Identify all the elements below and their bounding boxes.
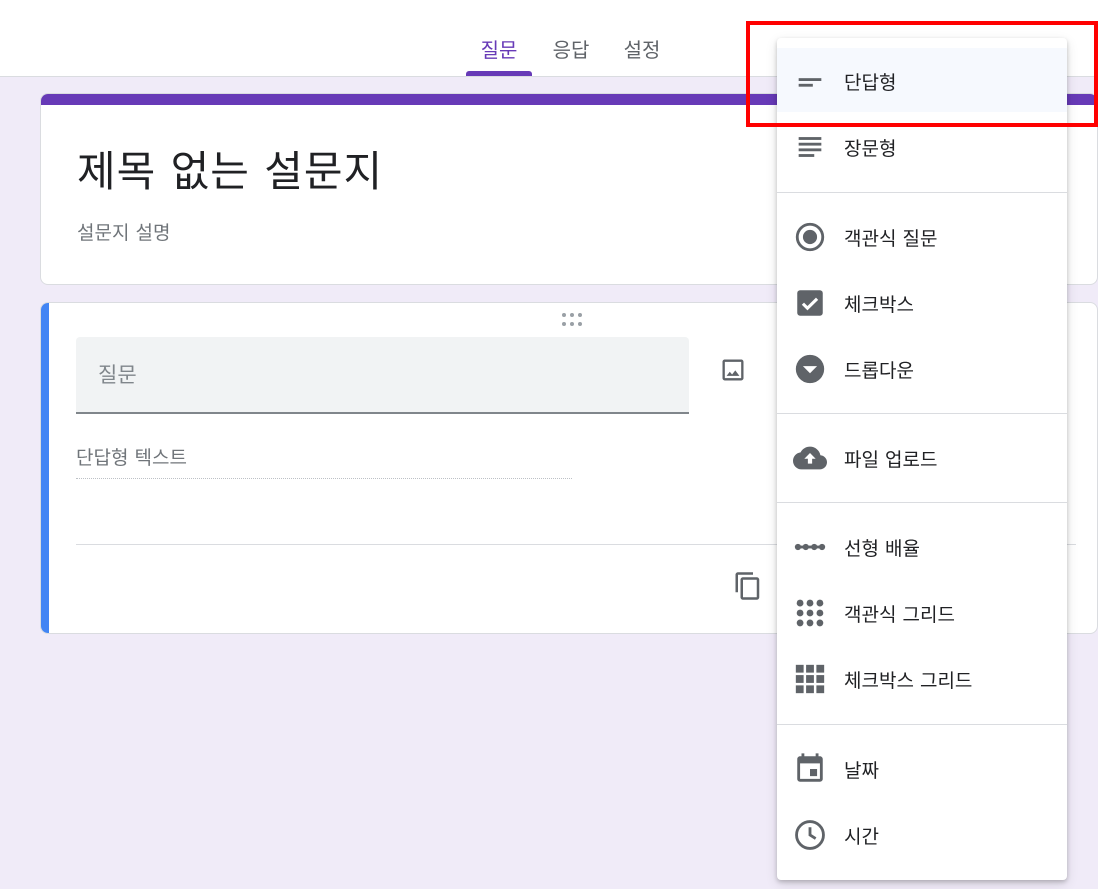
tab-questions[interactable]: 질문 xyxy=(466,34,532,76)
menu-item-linear-scale[interactable]: 선형 배율 xyxy=(777,514,1067,578)
checkbox-grid-icon xyxy=(795,664,825,694)
short-text-icon xyxy=(798,78,822,87)
linear-scale-icon xyxy=(794,543,826,551)
menu-item-multiple-choice[interactable]: 객관식 질문 xyxy=(777,204,1067,268)
menu-item-label: 객관식 질문 xyxy=(844,228,938,250)
menu-item-file-upload[interactable]: 파일 업로드 xyxy=(777,425,1067,489)
short-answer-underline xyxy=(76,478,572,479)
menu-item-checkbox-grid[interactable]: 체크박스 그리드 xyxy=(777,646,1067,710)
question-title-placeholder: 질문 xyxy=(98,363,137,387)
duplicate-icon[interactable] xyxy=(733,571,763,601)
menu-item-paragraph[interactable]: 장문형 xyxy=(777,114,1067,178)
menu-item-label: 체크박스 xyxy=(844,294,914,316)
menu-divider xyxy=(777,724,1067,725)
add-image-icon[interactable] xyxy=(719,356,747,384)
menu-item-label: 단답형 xyxy=(844,72,897,94)
checkbox-icon xyxy=(797,290,823,316)
active-card-indicator xyxy=(41,303,49,633)
active-tab-indicator xyxy=(466,71,532,76)
menu-divider xyxy=(777,413,1067,414)
tab-settings[interactable]: 설정 xyxy=(611,34,673,76)
menu-item-label: 객관식 그리드 xyxy=(844,604,955,626)
dot-grid-icon xyxy=(796,599,824,627)
dropdown-icon xyxy=(795,354,825,384)
drag-handle-icon[interactable] xyxy=(560,313,584,327)
menu-item-short-answer[interactable]: 단답형 xyxy=(777,48,1067,112)
menu-item-dropdown[interactable]: 드롭다운 xyxy=(777,336,1067,400)
menu-item-time[interactable]: 시간 xyxy=(777,802,1067,866)
clock-icon xyxy=(795,820,825,850)
menu-divider xyxy=(777,502,1067,503)
question-type-menu: 단답형 장문형 객관식 질문 체크박스 드롭다운 파일 업로드 선형 배율 객관… xyxy=(777,38,1067,880)
menu-item-label: 드롭다운 xyxy=(844,360,914,382)
menu-item-label: 날짜 xyxy=(844,760,879,782)
radio-button-icon xyxy=(795,222,825,252)
menu-item-checkboxes[interactable]: 체크박스 xyxy=(777,270,1067,334)
menu-item-label: 장문형 xyxy=(844,138,897,160)
paragraph-icon xyxy=(798,137,822,157)
short-answer-hint: 단답형 텍스트 xyxy=(76,447,187,469)
menu-item-label: 파일 업로드 xyxy=(844,449,938,471)
calendar-icon xyxy=(797,753,823,782)
cloud-upload-icon xyxy=(793,446,827,470)
question-title-input[interactable]: 질문 xyxy=(76,337,689,414)
form-description[interactable]: 설문지 설명 xyxy=(77,218,170,245)
form-title[interactable]: 제목 없는 설문지 xyxy=(77,138,383,199)
tab-responses[interactable]: 응답 xyxy=(540,34,602,76)
menu-item-label: 체크박스 그리드 xyxy=(844,670,973,692)
menu-item-date[interactable]: 날짜 xyxy=(777,736,1067,800)
menu-item-label: 시간 xyxy=(844,826,879,848)
menu-divider xyxy=(777,192,1067,193)
menu-item-label: 선형 배율 xyxy=(844,538,920,560)
menu-item-multiple-choice-grid[interactable]: 객관식 그리드 xyxy=(777,580,1067,644)
